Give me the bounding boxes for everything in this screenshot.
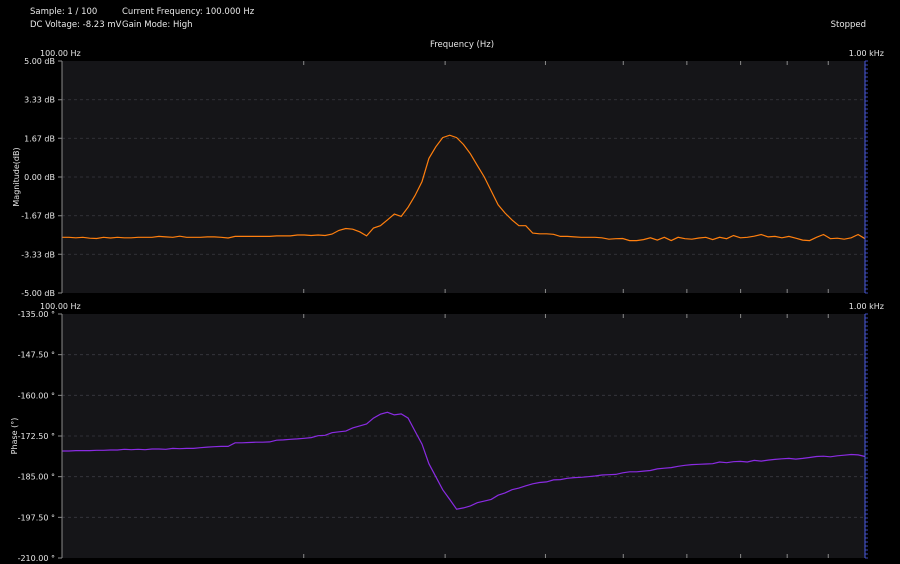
magnitude-y-axis-label: Magnitude(dB) xyxy=(12,147,21,206)
phase-y-axis-label: Phase (°) xyxy=(10,418,19,455)
phase-y-tick-label: -185.00 ° xyxy=(18,473,55,482)
phase-panel: -135.00 ° -147.50 ° -160.00 ° -172.50 ° -185… xyxy=(10,302,884,563)
run-state-indicator: Stopped xyxy=(830,20,866,30)
magnitude-y-ticks: 5.00 dB 3.33 dB 1.67 dB 0.00 dB -1.67 dB -3.3… xyxy=(21,57,62,298)
magnitude-y-tick-label: 3.33 dB xyxy=(24,96,55,105)
phase-x-start-label: 100.00 Hz xyxy=(40,302,81,311)
magnitude-panel: 5.00 dB 3.33 dB 1.67 dB 0.00 dB -1.67 dB -3.3… xyxy=(12,40,884,298)
magnitude-y-tick-label: 1.67 dB xyxy=(24,134,55,143)
sample-counter: Sample: 1 / 100 xyxy=(30,7,98,17)
phase-y-tick-label: -172.50 ° xyxy=(18,432,55,441)
phase-y-tick-label: -160.00 ° xyxy=(18,391,55,400)
phase-y-ticks: -135.00 ° -147.50 ° -160.00 ° -172.50 ° -185… xyxy=(18,310,62,563)
current-frequency-readout: Current Frequency: 100.000 Hz xyxy=(122,7,255,17)
phase-y-tick-label: -147.50 ° xyxy=(18,351,55,360)
magnitude-x-end-label: 1.00 kHz xyxy=(849,49,884,58)
x-axis-title: Frequency (Hz) xyxy=(430,40,494,50)
magnitude-y-tick-label: -3.33 dB xyxy=(21,250,55,259)
magnitude-y-tick-label: -5.00 dB xyxy=(21,289,55,298)
phase-y-tick-label: -135.00 ° xyxy=(18,310,55,319)
bode-chart: 5.00 dB 3.33 dB 1.67 dB 0.00 dB -1.67 dB -3.3… xyxy=(10,40,884,563)
phase-y-tick-label: -197.50 ° xyxy=(18,513,55,522)
magnitude-x-start-label: 100.00 Hz xyxy=(40,49,81,58)
dc-voltage-readout: DC Voltage: -8.23 mV xyxy=(30,20,122,30)
magnitude-y-tick-label: 5.00 dB xyxy=(24,57,55,66)
gain-mode-readout: Gain Mode: High xyxy=(122,20,193,30)
magnitude-y-tick-label: 0.00 dB xyxy=(24,173,55,182)
phase-y-tick-label: -210.00 ° xyxy=(18,554,55,563)
phase-x-end-label: 1.00 kHz xyxy=(849,302,884,311)
magnitude-y-tick-label: -1.67 dB xyxy=(21,212,55,221)
